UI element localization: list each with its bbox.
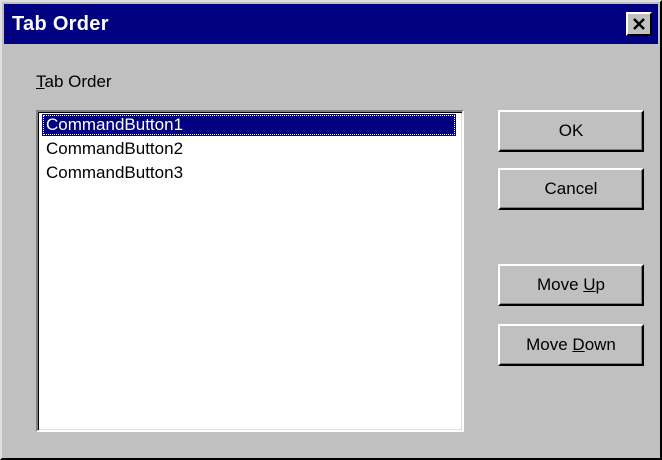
move-down-button[interactable]: Move Down — [498, 324, 644, 366]
window-title: Tab Order — [12, 13, 109, 35]
move-down-mnemonic: D — [572, 335, 585, 354]
title-bar[interactable]: Tab Order — [4, 4, 658, 44]
label-text: ab Order — [44, 72, 112, 91]
move-up-label-prefix: Move — [536, 275, 584, 294]
move-down-label-prefix: Move — [526, 335, 573, 354]
move-up-label-rest: p — [595, 275, 606, 294]
label-mnemonic: T — [36, 72, 45, 91]
tab-order-dialog: Tab Order Tab Order CommandButton1 Comma… — [0, 0, 662, 460]
ok-button[interactable]: OK — [498, 110, 644, 152]
move-down-label-rest: own — [584, 335, 616, 354]
list-item[interactable]: CommandButton1 — [42, 114, 456, 136]
move-up-mnemonic: U — [583, 275, 596, 294]
close-button[interactable] — [626, 12, 652, 36]
tab-order-listbox[interactable]: CommandButton1 CommandButton2 CommandBut… — [36, 110, 464, 432]
move-up-button[interactable]: Move Up — [498, 264, 644, 306]
list-item[interactable]: CommandButton3 — [42, 162, 187, 184]
close-icon — [633, 18, 645, 30]
tab-order-label: Tab Order — [36, 72, 112, 92]
list-item[interactable]: CommandButton2 — [42, 138, 187, 160]
cancel-button[interactable]: Cancel — [498, 168, 644, 210]
